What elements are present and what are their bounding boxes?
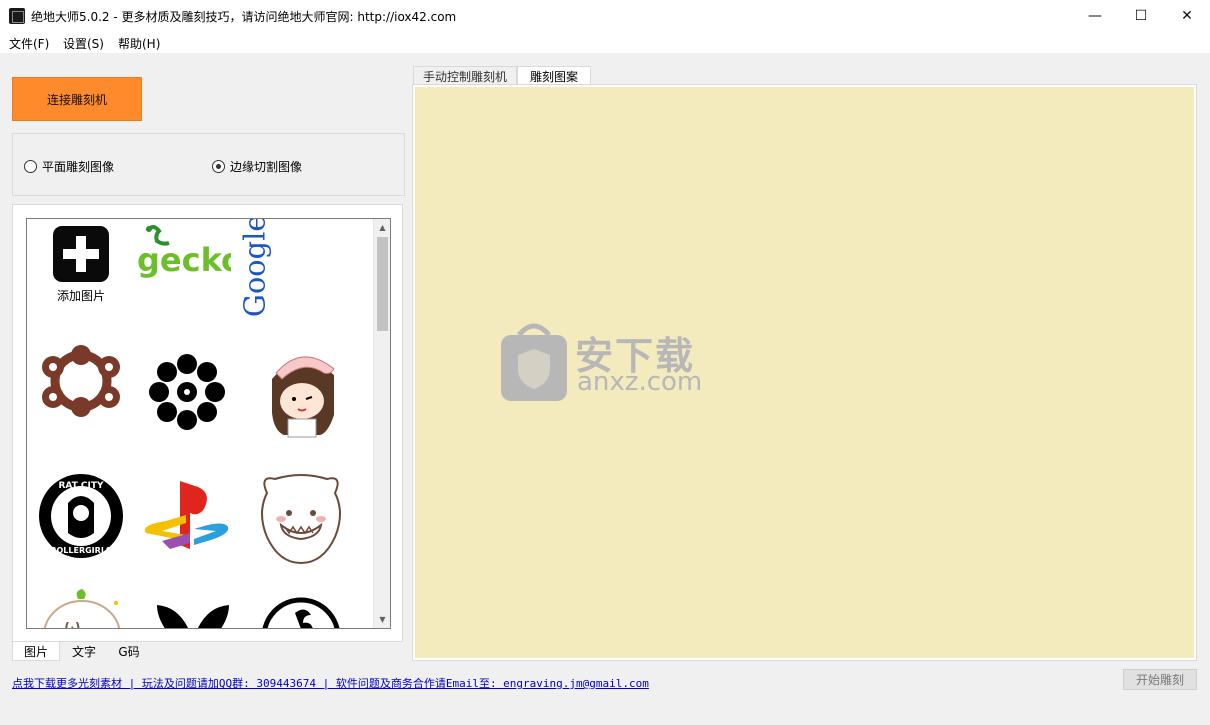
scroll-thumb[interactable] [377, 237, 388, 331]
connect-engraver-button[interactable]: 连接雕刻机 [12, 77, 142, 121]
gallery-scrollbar[interactable]: ▲ ▼ [373, 219, 390, 628]
close-button[interactable]: ✕ [1164, 0, 1210, 31]
tab-gcode[interactable]: G码 [108, 642, 150, 661]
add-image-label: 添加图片 [56, 289, 105, 303]
flower-shape-icon [149, 354, 225, 430]
svg-text:gecko: gecko [137, 241, 231, 279]
gecko-logo-tile[interactable]: gecko [135, 223, 231, 323]
flower-shape-tile[interactable] [139, 349, 235, 449]
mode-group: 平面雕刻图像 边缘切割图像 [12, 133, 405, 196]
playstation-logo-icon [144, 481, 229, 549]
radio-circle [24, 160, 37, 173]
engrave-canvas[interactable]: 安下载 anxz.com [415, 87, 1194, 658]
google-logo-icon: Google [238, 219, 272, 317]
cartoon-bun-icon: ω [43, 589, 121, 629]
svg-text:ROLLERGIRLS: ROLLERGIRLS [50, 546, 112, 555]
cartoon-girl-icon [272, 356, 335, 438]
cartoon-bun-tile[interactable]: ω [37, 589, 133, 629]
menu-bar: 文件(F) 设置(S) 帮助(H) [0, 31, 1210, 53]
tab-images[interactable]: 图片 [12, 642, 60, 661]
footer-links[interactable]: 点我下载更多光刻素材 | 玩法及问题请加QQ群: 309443674 | 软件问… [12, 675, 649, 691]
circle-logo-icon [262, 597, 340, 628]
maximize-button[interactable]: ☐ [1118, 0, 1164, 31]
radio-edge-cut[interactable]: 边缘切割图像 [212, 158, 302, 175]
gallery-panel: 添加图片 gecko Google [12, 204, 403, 642]
start-engrave-button[interactable]: 开始雕刻 [1123, 669, 1197, 690]
app-icon [9, 8, 25, 24]
watermark: 安下载 anxz.com [499, 321, 702, 406]
minimize-button[interactable]: — [1072, 0, 1118, 31]
gear-ring-icon [42, 345, 120, 417]
rat-city-rollergirls-icon: RAT CITY ROLLERGIRLS [39, 474, 123, 558]
butterfly-icon [157, 605, 229, 628]
google-logo-tile[interactable]: Google [235, 219, 275, 319]
svg-text:Google: Google [238, 219, 272, 317]
radio-circle-selected [212, 160, 225, 173]
title-bar: 绝地大师5.0.2 - 更多材质及雕刻技巧，请访问绝地大师官网: http://… [0, 0, 1210, 31]
radio-label: 边缘切割图像 [230, 160, 303, 174]
add-image-tile[interactable]: 添加图片 [33, 225, 129, 325]
cartoon-girl-tile[interactable] [253, 349, 349, 449]
radio-flat-engrave[interactable]: 平面雕刻图像 [24, 158, 114, 175]
image-gallery: 添加图片 gecko Google [26, 218, 391, 629]
menu-help[interactable]: 帮助(H) [118, 35, 160, 52]
scroll-up-arrow-icon[interactable]: ▲ [374, 219, 390, 236]
gear-ring-tile[interactable] [33, 345, 129, 445]
svg-text:ω: ω [64, 614, 81, 629]
butterfly-tile[interactable] [145, 601, 241, 628]
shield-icon [501, 323, 567, 401]
canvas-frame: 安下载 anxz.com [412, 84, 1197, 661]
playstation-logo-tile[interactable] [139, 479, 235, 579]
tab-text[interactable]: 文字 [60, 642, 108, 661]
gecko-logo-icon: gecko [137, 225, 231, 279]
scroll-down-arrow-icon[interactable]: ▼ [374, 611, 390, 628]
circle-logo-tile[interactable] [253, 597, 349, 628]
svg-text:RAT CITY: RAT CITY [58, 481, 104, 491]
tab-engrave-pattern[interactable]: 雕刻图案 [517, 66, 591, 85]
radio-label: 平面雕刻图像 [42, 160, 115, 174]
plus-icon [53, 226, 109, 282]
cartoon-monster-tile[interactable] [253, 473, 349, 573]
menu-settings[interactable]: 设置(S) [63, 35, 104, 52]
watermark-subtitle: anxz.com [577, 367, 703, 397]
window-title: 绝地大师5.0.2 - 更多材质及雕刻技巧，请访问绝地大师官网: http://… [31, 10, 457, 24]
menu-file[interactable]: 文件(F) [9, 35, 49, 52]
rat-city-rollergirls-tile[interactable]: RAT CITY ROLLERGIRLS [33, 473, 129, 573]
cartoon-monster-icon [261, 474, 341, 565]
tab-manual-control[interactable]: 手动控制雕刻机 [413, 66, 517, 85]
